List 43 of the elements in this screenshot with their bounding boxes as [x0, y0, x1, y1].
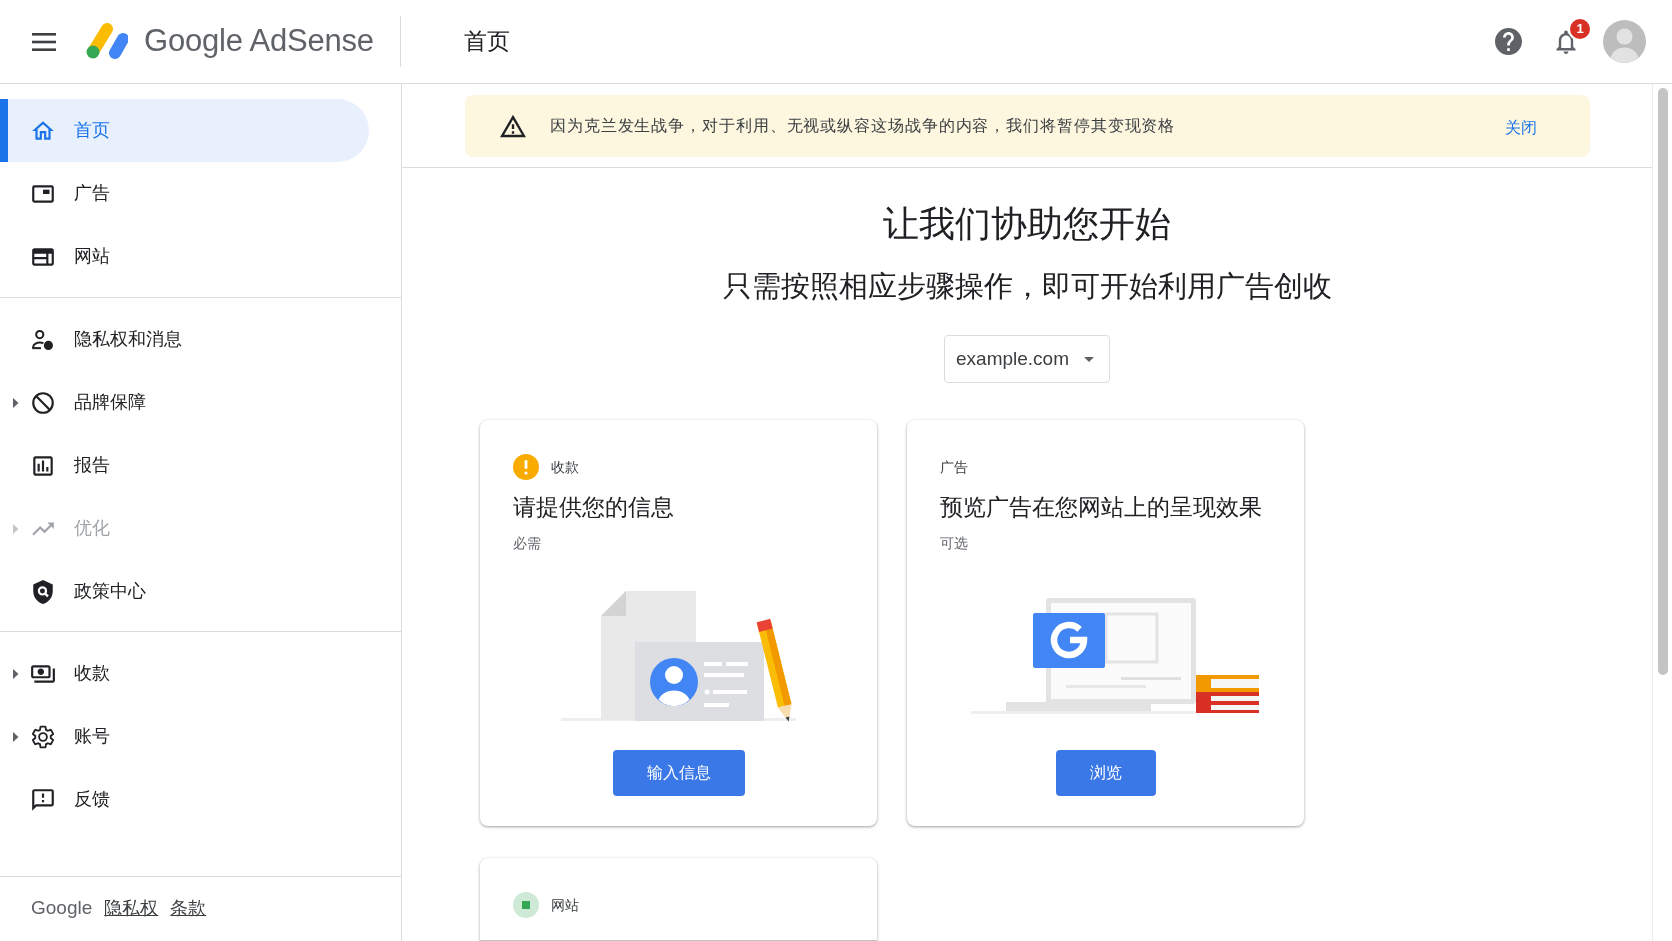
notification-badge: 1 — [1568, 16, 1592, 41]
warning-icon — [500, 114, 526, 138]
sidebar-item[interactable]: 品牌保障 — [0, 371, 369, 434]
gear-icon — [30, 723, 56, 750]
site-dropdown[interactable]: example.com — [944, 335, 1110, 383]
product-name: Google AdSense — [144, 22, 374, 61]
sidebar-item[interactable]: 首页 — [0, 99, 369, 162]
sidebar-item[interactable]: 广告 — [0, 162, 369, 225]
footer-brand: Google — [31, 895, 93, 920]
sidebar-item[interactable]: 收款 — [0, 642, 369, 705]
card-category: 收款 — [551, 457, 579, 477]
scrollbar-thumb[interactable] — [1658, 88, 1668, 675]
banner-message: 因为克兰发生战争，对于利用、无视或纵容这场战争的内容，我们将暂停其变现资格 — [550, 116, 1176, 136]
help-icon[interactable] — [1495, 28, 1522, 55]
card-category: 广告 — [940, 457, 968, 477]
logo-icon — [85, 23, 128, 60]
sidebar-item[interactable]: 隐私权和消息 — [0, 308, 369, 371]
page-title: 首页 — [464, 27, 510, 57]
menu-icon — [32, 32, 56, 51]
expand-caret-icon[interactable] — [13, 397, 19, 408]
caret-icon — [1084, 356, 1094, 362]
sidebar-item[interactable]: 网站 — [0, 225, 369, 288]
sidebar-item[interactable]: 反馈 — [0, 768, 369, 831]
feedback-bubble-icon — [30, 786, 56, 813]
footer-link[interactable]: 条款 — [170, 894, 207, 922]
card-title: 请提供您的信息 — [513, 493, 675, 522]
block-icon — [30, 389, 56, 416]
dismiss-link[interactable]: 关闭 — [1505, 112, 1537, 140]
card-action-button[interactable]: 浏览 — [1055, 750, 1156, 796]
requirement-label: 必需 — [513, 534, 542, 553]
footer-link[interactable]: 隐私权 — [104, 894, 159, 922]
card-action-button[interactable]: 输入信息 — [612, 750, 745, 796]
sidebar-item[interactable]: 报告 — [0, 434, 369, 497]
card-title: 预览广告在您网站上的呈现效果 — [940, 493, 1263, 522]
page-heading: 让我们协助您开始 — [882, 202, 1172, 245]
expand-caret-icon[interactable] — [13, 731, 19, 742]
page-subheading: 只需按照相应步骤操作，即可开始利用广告创收 — [721, 270, 1333, 302]
sidebar-item[interactable]: 账号 — [0, 705, 369, 768]
expand-caret-icon[interactable] — [13, 668, 19, 679]
sidebar-item[interactable]: 政策中心 — [0, 560, 369, 623]
requirement-label: 可选 — [940, 534, 969, 553]
card-category: 网站 — [551, 895, 579, 915]
shield-icon — [30, 578, 56, 605]
